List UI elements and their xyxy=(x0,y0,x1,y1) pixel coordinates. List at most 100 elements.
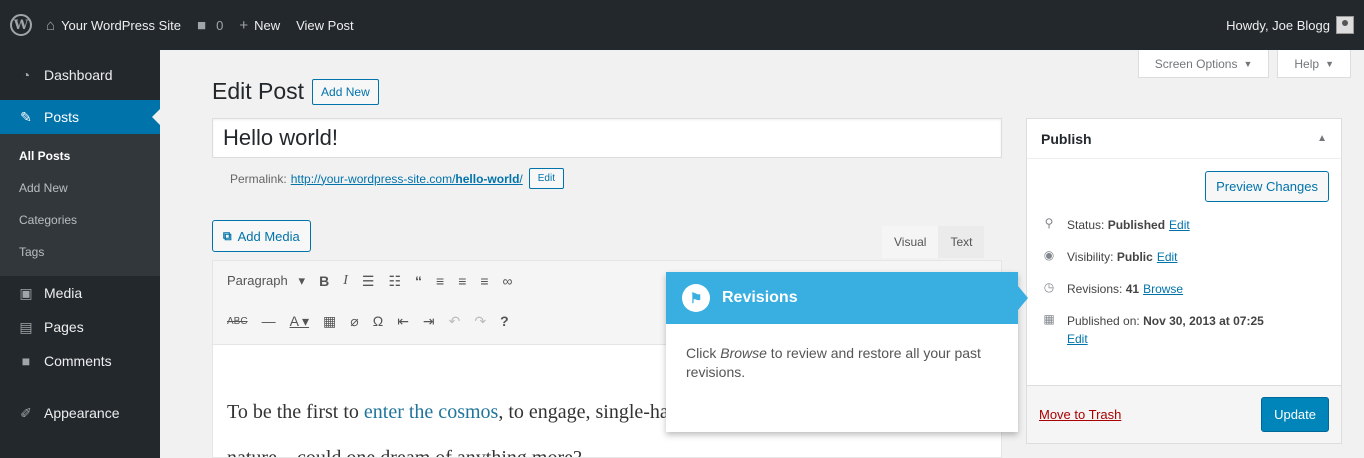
view-post-label: View Post xyxy=(296,17,354,33)
redo-icon[interactable]: ↷ xyxy=(474,313,486,330)
submenu-tags[interactable]: Tags xyxy=(0,236,160,268)
flag-icon: ⚑ xyxy=(682,284,710,312)
revisions-label: Revisions: xyxy=(1067,282,1123,296)
submenu-add-new[interactable]: Add New xyxy=(0,172,160,204)
sidebar-item-posts[interactable]: ✎ Posts xyxy=(0,100,160,134)
align-center-icon[interactable]: ≡ xyxy=(458,273,466,289)
clear-formatting-icon[interactable]: ⌀ xyxy=(350,313,358,330)
permalink-base: http://your-wordpress-site.com/ xyxy=(290,171,456,186)
blockquote-icon[interactable]: “ xyxy=(415,273,422,289)
comments-count: 0 xyxy=(216,17,224,33)
update-button[interactable]: Update xyxy=(1261,397,1329,432)
numbered-list-icon[interactable]: ☷ xyxy=(388,273,401,290)
help-circle-icon[interactable]: ? xyxy=(500,313,509,329)
sidebar-item-media[interactable]: ▣ Media xyxy=(0,276,160,310)
sidebar-item-dashboard[interactable]: ◔ Dashboard xyxy=(0,58,160,92)
revisions-count: 41 xyxy=(1125,282,1140,296)
link-icon[interactable]: ∞ xyxy=(503,273,513,289)
status-row: ⚲ Status: Published Edit xyxy=(1027,216,1341,234)
permalink-row: Permalink: http://your-wordpress-site.co… xyxy=(230,168,564,189)
help-label: Help xyxy=(1294,56,1320,71)
revisions-pointer-tooltip: ⚑ Revisions Click Browse to review and r… xyxy=(666,272,1028,432)
paintbrush-icon: ✐ xyxy=(20,404,32,421)
align-left-icon[interactable]: ≡ xyxy=(436,273,444,289)
sidebar-item-appearance[interactable]: ✐ Appearance xyxy=(0,396,160,430)
browse-revisions-link[interactable]: Browse xyxy=(1143,282,1183,296)
published-on-row: ▦ Published on: Nov 30, 2013 at 07:25 Edi… xyxy=(1027,312,1341,348)
permalink-link[interactable]: http://your-wordpress-site.com/hello-wor… xyxy=(291,172,523,186)
published-label: Published on: xyxy=(1067,314,1140,328)
format-select[interactable]: Paragraph ▾ xyxy=(227,273,305,289)
move-to-trash-link[interactable]: Move to Trash xyxy=(1039,407,1121,422)
special-character-icon[interactable]: Ω xyxy=(373,313,383,329)
permalink-slug: hello-world xyxy=(455,171,520,186)
sidebar-item-label: Media xyxy=(44,285,83,301)
post-title-input[interactable]: Hello world! xyxy=(212,118,1002,158)
status-value: Published xyxy=(1107,218,1166,232)
comments-link[interactable]: ■ 0 xyxy=(197,17,223,34)
status-label: Status: xyxy=(1067,218,1105,232)
sidebar-item-label: Appearance xyxy=(44,405,120,421)
tab-text[interactable]: Text xyxy=(938,226,985,258)
content-link[interactable]: enter the cosmos xyxy=(364,401,498,423)
screen-options-label: Screen Options xyxy=(1154,56,1238,71)
page-title: Edit Post xyxy=(212,78,305,104)
home-icon: ⌂ xyxy=(46,16,56,34)
publish-box: Publish ▲ Preview Changes ⚲ Status: Publ… xyxy=(1026,118,1342,444)
media-icon: ⧉ xyxy=(223,228,232,243)
edit-permalink-button[interactable]: Edit xyxy=(528,168,564,189)
screen-options-button[interactable]: Screen Options ▼ xyxy=(1137,50,1270,78)
help-button[interactable]: Help ▼ xyxy=(1277,50,1351,78)
media-icon: ▣ xyxy=(19,284,33,301)
major-publishing-actions: Move to Trash Update xyxy=(1027,385,1341,443)
bullet-list-icon[interactable]: ☰ xyxy=(362,273,375,290)
avatar xyxy=(1336,16,1354,34)
caret-down-icon: ▼ xyxy=(1243,58,1253,69)
text-color-icon[interactable]: A ▾ xyxy=(290,313,309,330)
sidebar-item-comments[interactable]: ■ Comments xyxy=(0,344,160,378)
edit-date-link[interactable]: Edit xyxy=(1067,332,1088,346)
edit-visibility-link[interactable]: Edit xyxy=(1157,250,1178,264)
preview-changes-button[interactable]: Preview Changes xyxy=(1205,171,1329,202)
add-media-button[interactable]: ⧉ Add Media xyxy=(212,220,311,252)
indent-icon[interactable]: ⇥ xyxy=(423,313,435,330)
permalink-label: Permalink: xyxy=(230,171,287,186)
pointer-header: ⚑ Revisions xyxy=(666,272,1018,324)
tab-visual[interactable]: Visual xyxy=(882,226,939,258)
undo-icon[interactable]: ↶ xyxy=(449,313,461,330)
published-value: Nov 30, 2013 at 07:25 xyxy=(1143,314,1264,328)
bold-icon[interactable]: B xyxy=(319,273,329,289)
submenu-all-posts[interactable]: All Posts xyxy=(0,140,160,172)
align-right-icon[interactable]: ≡ xyxy=(480,273,488,289)
add-media-label: Add Media xyxy=(237,228,300,244)
sidebar-item-pages[interactable]: ▤ Pages xyxy=(0,310,160,344)
howdy-label: Howdy, Joe Blogg xyxy=(1226,17,1330,33)
content-text-before: To be the first to xyxy=(227,401,364,423)
horizontal-line-icon[interactable]: — xyxy=(262,313,276,329)
italic-icon[interactable]: I xyxy=(343,273,348,289)
site-name-label: Your WordPress Site xyxy=(61,17,182,33)
add-new-button[interactable]: Add New xyxy=(312,78,379,105)
wordpress-logo-icon[interactable]: W xyxy=(10,14,32,36)
outdent-icon[interactable]: ⇤ xyxy=(397,313,409,330)
submenu-categories[interactable]: Categories xyxy=(0,204,160,236)
paste-text-icon[interactable]: ▦ xyxy=(323,313,336,330)
pointer-title: Revisions xyxy=(722,289,798,306)
dashboard-gauge-icon: ◔ xyxy=(21,67,31,83)
visibility-label: Visibility: xyxy=(1067,250,1114,264)
sidebar-item-label: Posts xyxy=(44,109,80,125)
calendar-icon: ▦ xyxy=(1043,312,1055,326)
edit-status-link[interactable]: Edit xyxy=(1169,218,1190,232)
view-post-link[interactable]: View Post xyxy=(296,18,354,33)
site-name-link[interactable]: ⌂ Your WordPress Site xyxy=(46,17,181,34)
strikethrough-icon[interactable]: ABC xyxy=(227,316,248,327)
publish-box-header[interactable]: Publish ▲ xyxy=(1027,119,1341,159)
revisions-row: ◷ Revisions: 41 Browse xyxy=(1027,280,1341,298)
caret-down-icon: ▼ xyxy=(1325,58,1334,69)
screen-meta-links: Screen Options ▼ Help ▼ xyxy=(1130,50,1351,78)
collapse-arrow-icon[interactable]: ▲ xyxy=(1317,133,1327,144)
account-menu[interactable]: Howdy, Joe Blogg xyxy=(1226,16,1354,34)
new-label: New xyxy=(254,17,281,33)
new-content-link[interactable]: + New xyxy=(239,17,280,34)
visibility-row: ◉ Visibility: Public Edit xyxy=(1027,248,1341,266)
